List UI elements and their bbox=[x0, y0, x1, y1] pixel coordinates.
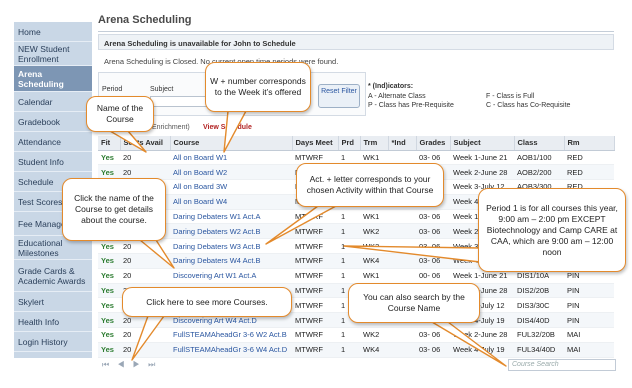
callout-w-number: W + number corresponds to the Week it’s … bbox=[205, 62, 311, 112]
callout-click-name: Click the name of the Course to get deta… bbox=[62, 178, 166, 241]
pointer-search-name bbox=[431, 321, 507, 367]
callout-search-name: You can also search by the Course Name bbox=[348, 283, 480, 323]
callout-more-courses: Click here to see more Courses. bbox=[122, 287, 292, 317]
pointer-w-number bbox=[223, 110, 247, 153]
pointer-name-of-course bbox=[109, 130, 147, 153]
callout-name-of-course: Name of the Course bbox=[86, 96, 154, 132]
pointer-click-name bbox=[139, 239, 175, 269]
pointer-more-courses bbox=[131, 315, 165, 361]
pointer-period1 bbox=[343, 245, 481, 263]
app-window: Home NEW Student Enrollment Arena Schedu… bbox=[0, 0, 632, 388]
callout-act-letter: Act. + letter corresponds to your chosen… bbox=[296, 163, 444, 207]
pointer-act-letter bbox=[265, 205, 337, 245]
callout-period1: Period 1 is for all courses this year, 9… bbox=[478, 188, 626, 272]
